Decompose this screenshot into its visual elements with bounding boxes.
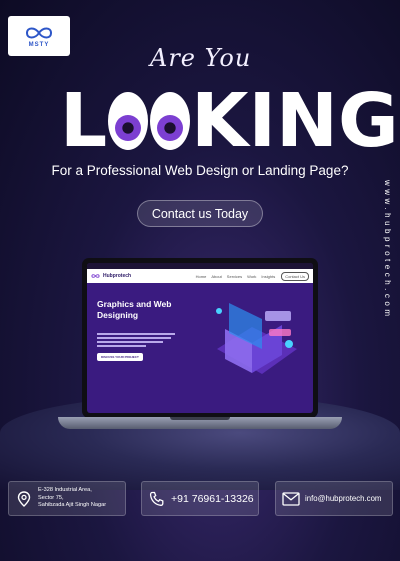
address-line: Sahibzada Ajit Singh Nagar — [38, 502, 107, 509]
laptop-notch — [170, 417, 230, 420]
logo-text: MSTY — [28, 41, 50, 48]
website-preview: Hubprotech Home About Services Work Insi… — [87, 263, 313, 413]
preview-brand: Hubprotech — [103, 273, 132, 279]
contact-us-button[interactable]: Contact us Today — [137, 200, 263, 227]
laptop-screen: Hubprotech Home About Services Work Insi… — [82, 258, 318, 418]
address-card: E-328 Industrial Area, Sector 75, Sahibz… — [8, 481, 126, 516]
email-address[interactable]: info@hubprotech.com — [305, 494, 381, 503]
preview-nav-item: About — [211, 273, 222, 279]
preview-nav-item: Insights — [261, 273, 276, 279]
preview-nav-button: Contact Us — [281, 271, 309, 281]
right-eye-icon — [150, 92, 191, 150]
left-eye-icon — [108, 92, 149, 150]
brand-logo: MSTY — [8, 16, 70, 56]
website-url[interactable]: www.hubprotech.com — [383, 180, 392, 319]
hub-logo-icon — [91, 274, 100, 278]
preview-hero-line1: Graphics and Web — [97, 299, 172, 309]
preview-hero-button: DISCUSS YOUR PROJECT — [97, 353, 143, 361]
isometric-design-illustration — [216, 303, 297, 374]
location-pin-icon — [15, 490, 33, 508]
looking-first-letter: L — [60, 78, 108, 164]
address-text: E-328 Industrial Area, Sector 75, Sahibz… — [38, 487, 106, 510]
address-line: E-328 Industrial Area, — [38, 487, 92, 494]
preview-navbar: Hubprotech Home About Services Work Insi… — [87, 269, 313, 283]
infinity-logo-icon — [25, 27, 53, 38]
headline-are-you: Are You — [150, 44, 252, 72]
email-card[interactable]: info@hubprotech.com — [275, 481, 393, 516]
preview-hero-line2: Designing — [97, 310, 139, 321]
preview-nav-links: Home About Services Work Insights — [196, 274, 276, 279]
address-line: Sector 75, — [38, 494, 64, 501]
preview-nav-item: Work — [247, 273, 257, 279]
looking-rest-letters: KING — [191, 78, 399, 164]
mail-icon — [282, 490, 300, 508]
phone-icon — [148, 490, 166, 508]
preview-hero-body — [97, 331, 179, 349]
preview-hero-title: Graphics and Web Designing — [97, 299, 171, 321]
phone-card[interactable]: +91 76961-13326 — [141, 481, 259, 516]
headline-subtitle: For a Professional Web Design or Landing… — [51, 163, 349, 178]
headline-looking: L KING — [60, 80, 399, 162]
preview-nav-item: Home — [195, 273, 207, 279]
phone-number[interactable]: +91 76961-13326 — [171, 493, 254, 505]
preview-nav-item: Services — [226, 273, 243, 279]
